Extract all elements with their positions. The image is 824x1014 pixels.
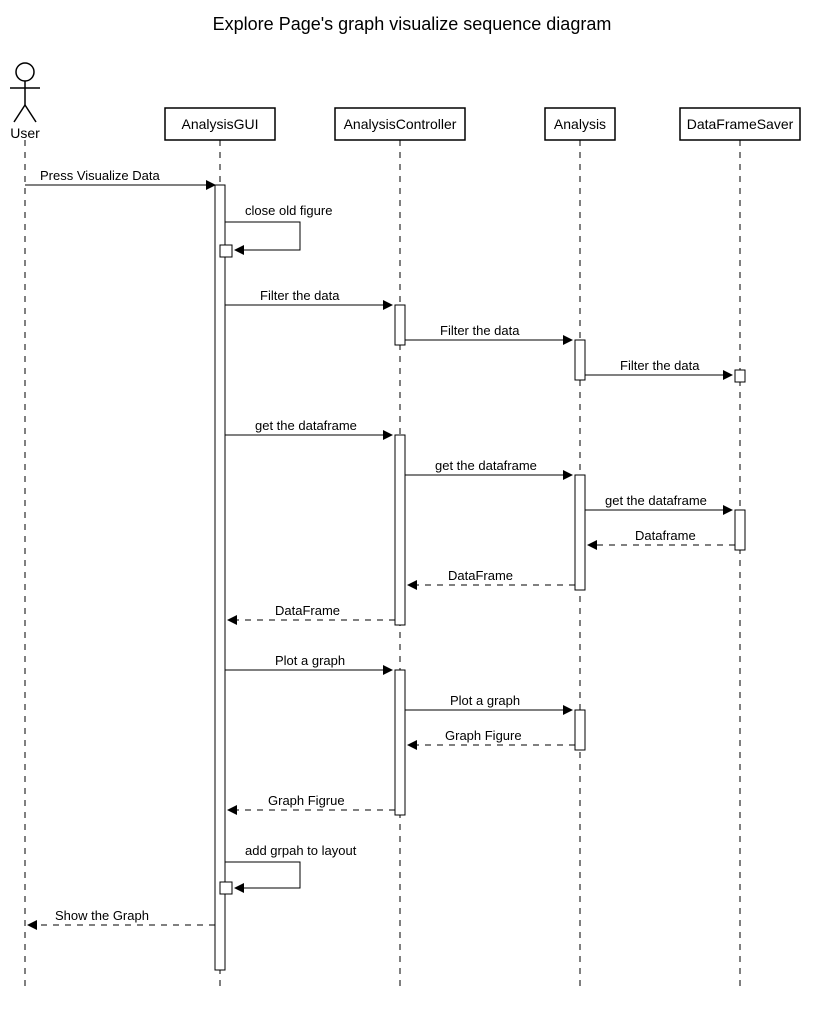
- participant-analysisgui-label: AnalysisGUI: [181, 116, 258, 132]
- participant-analysis-label: Analysis: [554, 116, 606, 132]
- msg-add-graph: add grpah to layout: [245, 843, 357, 858]
- msg-get-df-3: get the dataframe: [605, 493, 707, 508]
- actor-user: User: [10, 63, 40, 141]
- participant-analysiscontroller-label: AnalysisController: [344, 116, 457, 132]
- msg-plot-1: Plot a graph: [275, 653, 345, 668]
- activation-self-close: [220, 245, 232, 257]
- msg-plot-2: Plot a graph: [450, 693, 520, 708]
- activation-analysis-filter: [575, 340, 585, 380]
- msg-get-df-2: get the dataframe: [435, 458, 537, 473]
- activation-self-add: [220, 882, 232, 894]
- msg-get-df-1: get the dataframe: [255, 418, 357, 433]
- msg-close-old-figure: close old figure: [245, 203, 332, 218]
- activation-saver-getdf: [735, 510, 745, 550]
- activation-saver-filter: [735, 370, 745, 382]
- msg-figure-1: Graph Figure: [445, 728, 522, 743]
- msg-filter-2: Filter the data: [440, 323, 520, 338]
- activation-controller-plot: [395, 670, 405, 815]
- msg-figure-2: Graph Figrue: [268, 793, 345, 808]
- msg-dataframe-1: Dataframe: [635, 528, 696, 543]
- msg-filter-3: Filter the data: [620, 358, 700, 373]
- msg-filter-1: Filter the data: [260, 288, 340, 303]
- activation-analysis-getdf: [575, 475, 585, 590]
- sequence-diagram: Explore Page's graph visualize sequence …: [0, 0, 824, 1014]
- msg-dataframe-3: DataFrame: [275, 603, 340, 618]
- activation-controller-getdf: [395, 435, 405, 625]
- msg-press-visualize: Press Visualize Data: [40, 168, 160, 183]
- diagram-title: Explore Page's graph visualize sequence …: [213, 14, 612, 34]
- activation-controller-filter: [395, 305, 405, 345]
- activation-analysis-plot: [575, 710, 585, 750]
- actor-user-label: User: [10, 125, 40, 141]
- activation-analysisgui: [215, 185, 225, 970]
- msg-show-graph: Show the Graph: [55, 908, 149, 923]
- participant-dataframesaver-label: DataFrameSaver: [687, 116, 794, 132]
- msg-dataframe-2: DataFrame: [448, 568, 513, 583]
